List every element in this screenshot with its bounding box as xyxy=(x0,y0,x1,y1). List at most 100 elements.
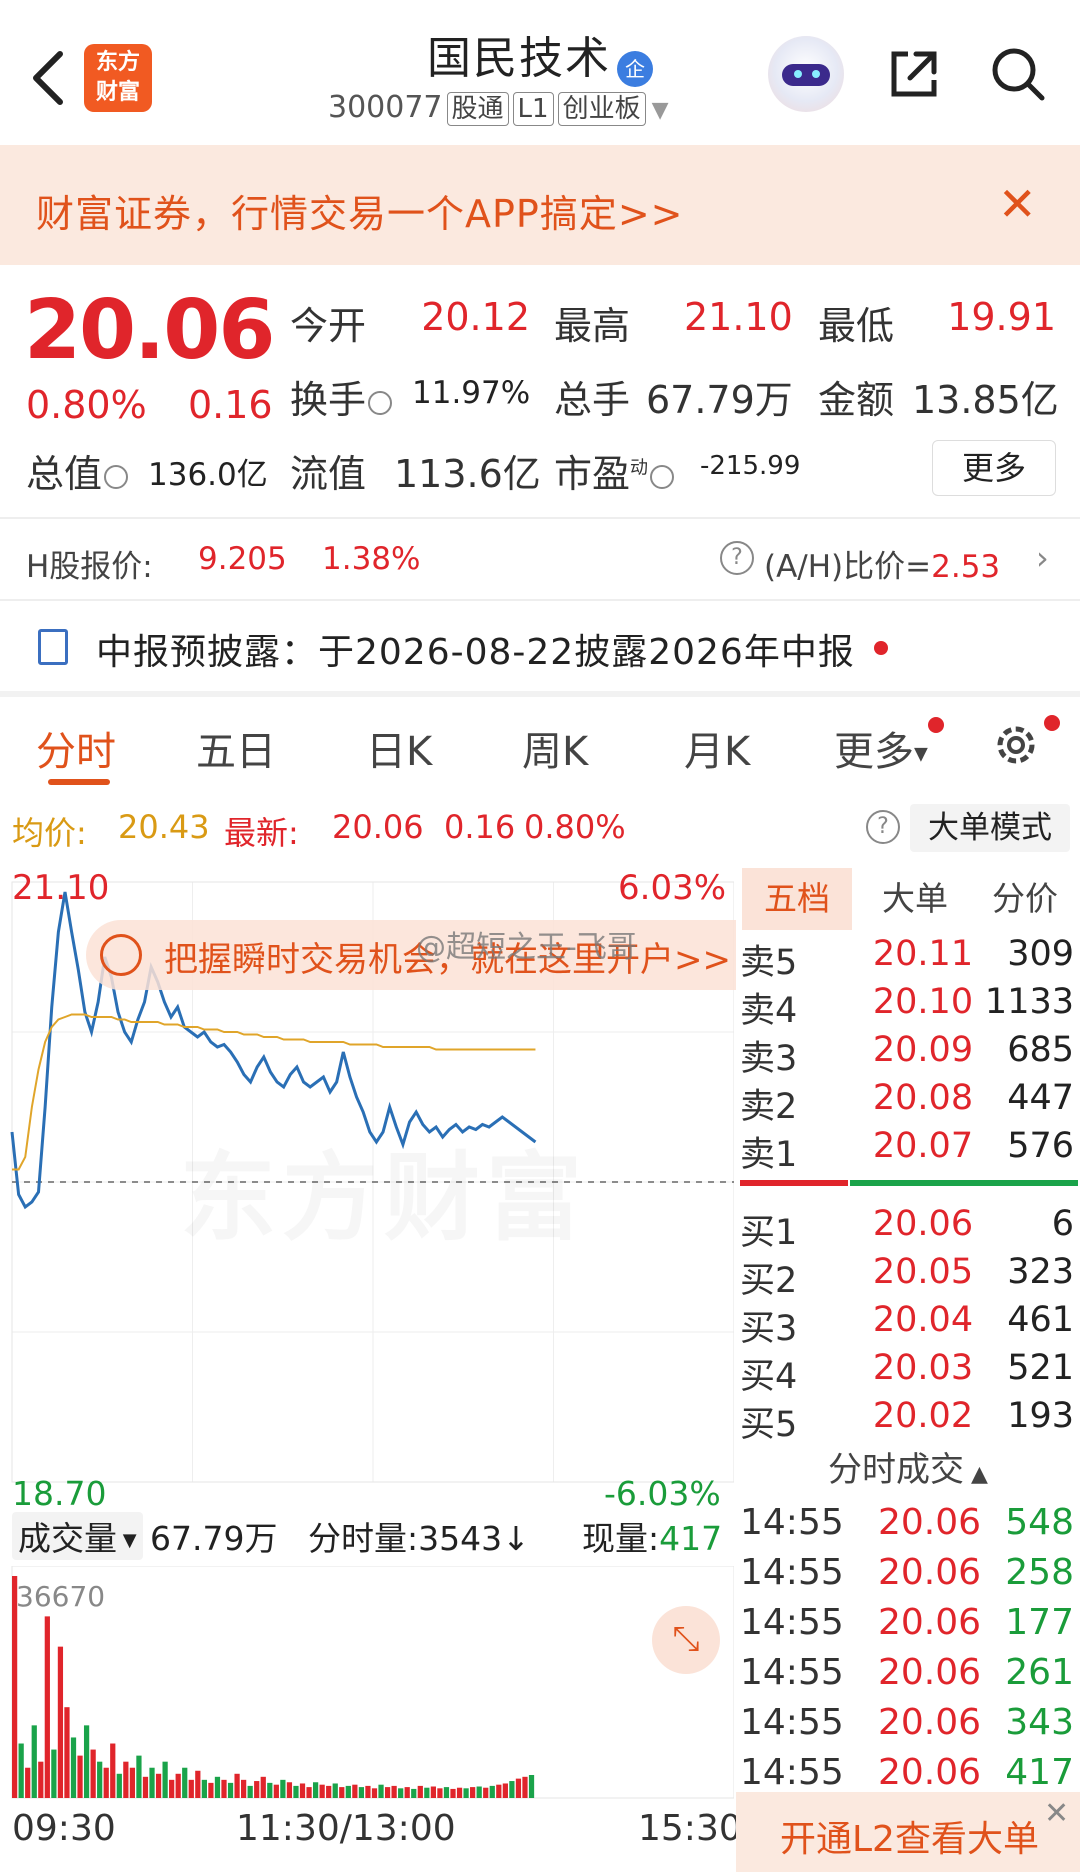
open-l2-button[interactable]: 开通L2查看大单 ✕ xyxy=(736,1792,1080,1872)
help-icon[interactable]: ? xyxy=(720,541,754,575)
volume-bar xyxy=(188,1779,194,1798)
info-icon[interactable] xyxy=(104,464,129,489)
tab-price-distribution[interactable]: 分价 xyxy=(970,868,1080,930)
volume-bar xyxy=(31,1725,37,1798)
ask-row: 卖3 20.09 685 xyxy=(740,1030,1074,1079)
volume-bar xyxy=(234,1773,240,1798)
ask-row: 卖2 20.08 447 xyxy=(740,1078,1074,1127)
h-share-price: 9.205 xyxy=(198,541,287,577)
order-book-tabs: 五档 大单 分价 xyxy=(736,868,1080,930)
latest-pct: 0.80% xyxy=(524,808,626,846)
tick-row: 14:55 20.06 548 xyxy=(740,1502,1074,1543)
last-price: 20.06 xyxy=(24,283,275,378)
volume-bar xyxy=(51,1749,57,1798)
search-icon[interactable] xyxy=(988,44,1048,104)
stock-code: 300077 xyxy=(328,90,443,125)
open-label: 今开 xyxy=(290,304,367,348)
bid-row: 买3 20.04 461 xyxy=(740,1300,1074,1349)
volume-chart: 36670 ⤡ xyxy=(0,1565,735,1806)
promo-banner-text[interactable]: 财富证券，行情交易一个APP搞定>> xyxy=(36,183,684,238)
volume-bar xyxy=(299,1783,306,1798)
stock-name: 国民技术 xyxy=(427,33,611,84)
latest-label: 最新: xyxy=(224,814,299,852)
volume-bar xyxy=(18,1743,24,1798)
volume-label: 总手 xyxy=(554,378,631,422)
amount-value: 13.85亿 xyxy=(912,378,1059,422)
volume-bar xyxy=(483,1787,489,1798)
current-volume: 现量:417 xyxy=(582,1519,723,1558)
volume-bar xyxy=(286,1782,293,1798)
volume-bar xyxy=(110,1743,116,1798)
float-cap-value: 113.6亿 xyxy=(394,452,541,496)
app-logo[interactable]: 东方 财富 xyxy=(84,44,152,112)
volume-bar xyxy=(522,1776,528,1798)
tab-big-orders[interactable]: 大单 xyxy=(860,868,970,930)
volume-chart-svg xyxy=(11,1565,735,1799)
chart-promo-banner[interactable]: 把握瞬时交易机会，就在这里开户>> xyxy=(86,920,736,990)
volume-bar xyxy=(312,1782,319,1798)
volume-bar xyxy=(116,1773,122,1798)
notification-dot xyxy=(1044,715,1060,731)
tab-monthly-k[interactable]: 月K xyxy=(684,719,750,777)
volume-bar xyxy=(169,1779,175,1798)
volume-bar xyxy=(97,1761,103,1798)
float-cap-label: 流值 xyxy=(290,452,367,496)
tab-weekly-k[interactable]: 周K xyxy=(522,719,588,777)
volume-indicator-select[interactable]: 成交量 ▼ xyxy=(12,1512,143,1560)
logo-text-bottom: 财富 xyxy=(95,80,140,105)
tab-intraday[interactable]: 分时 xyxy=(36,719,116,777)
tag-board: 创业板 xyxy=(557,92,646,126)
volume-bar xyxy=(515,1778,522,1798)
tick-row: 14:55 20.06 417 xyxy=(740,1752,1074,1793)
close-icon[interactable]: ✕ xyxy=(998,181,1037,227)
watermark: 东方财富 xyxy=(180,1120,588,1259)
volume-bar xyxy=(280,1779,286,1798)
avg-value: 20.43 xyxy=(118,808,210,846)
bid-row: 买1 20.06 6 xyxy=(740,1204,1074,1253)
volume-bar xyxy=(306,1787,312,1798)
high-value: 21.10 xyxy=(684,295,793,339)
robot-avatar-icon[interactable] xyxy=(768,36,844,112)
volume-bar xyxy=(214,1776,221,1798)
info-icon[interactable] xyxy=(368,390,393,415)
total-cap-label: 总值 xyxy=(26,443,129,498)
tick-row: 14:55 20.06 258 xyxy=(740,1552,1074,1593)
pe-value: -215.99 xyxy=(700,451,801,481)
chevron-right-icon[interactable]: › xyxy=(1036,539,1049,577)
chart-period-tabs: 分时 五日 日K 周K 月K 更多▼ xyxy=(0,695,1080,795)
back-chevron-icon[interactable] xyxy=(24,48,74,108)
stock-subtitle: 300077 股通 L1 创业板 ▼ xyxy=(328,90,748,126)
tick-list-header[interactable]: 分时成交 ▲ xyxy=(736,1442,1080,1498)
dropdown-icon[interactable]: ▼ xyxy=(652,98,669,123)
tab-daily-k[interactable]: 日K xyxy=(366,719,432,777)
volume-bar xyxy=(182,1767,188,1798)
volume-bar xyxy=(502,1783,508,1798)
pct-max-label: 6.03% xyxy=(618,868,727,908)
share-icon[interactable] xyxy=(886,46,942,102)
quote-panel: 20.06 0.80% 0.16 今开 20.12 最高 21.10 最低 19… xyxy=(0,265,1080,517)
app-header: 东方 财富 国民技术企 300077 股通 L1 创业板 ▼ xyxy=(0,0,1080,145)
tab-more[interactable]: 更多▼ xyxy=(834,719,928,777)
more-button[interactable]: 更多 xyxy=(932,440,1056,496)
close-icon[interactable]: ✕ xyxy=(1044,1796,1069,1831)
amount-label: 金额 xyxy=(818,378,895,422)
tab-five-levels[interactable]: 五档 xyxy=(742,868,852,930)
h-share-row[interactable]: H股报价: 9.205 1.38% ? (A/H)比价=2.53 › xyxy=(0,519,1080,599)
expand-icon[interactable]: ⤡ xyxy=(652,1606,720,1674)
report-notice[interactable]: 中报预披露：于2026-08-22披露2026年中报 xyxy=(0,601,1080,689)
help-icon[interactable]: ? xyxy=(866,810,900,844)
big-order-mode-button[interactable]: 大单模式 xyxy=(910,804,1070,852)
price-change: 0.16 xyxy=(188,383,273,427)
volume-bar xyxy=(129,1767,136,1798)
volume-bar xyxy=(142,1776,149,1798)
tab-active-underline xyxy=(48,779,110,785)
volume-bar xyxy=(437,1788,443,1798)
volume-bar xyxy=(57,1646,64,1798)
volume-bar xyxy=(339,1787,345,1798)
volume-max-label: 36670 xyxy=(16,1580,106,1613)
promo-banner[interactable]: 财富证券，行情交易一个APP搞定>> ✕ xyxy=(0,145,1080,265)
gear-icon[interactable] xyxy=(990,719,1042,771)
tab-five-day[interactable]: 五日 xyxy=(196,719,276,777)
info-icon[interactable] xyxy=(650,464,675,489)
volume-bar xyxy=(443,1787,450,1798)
